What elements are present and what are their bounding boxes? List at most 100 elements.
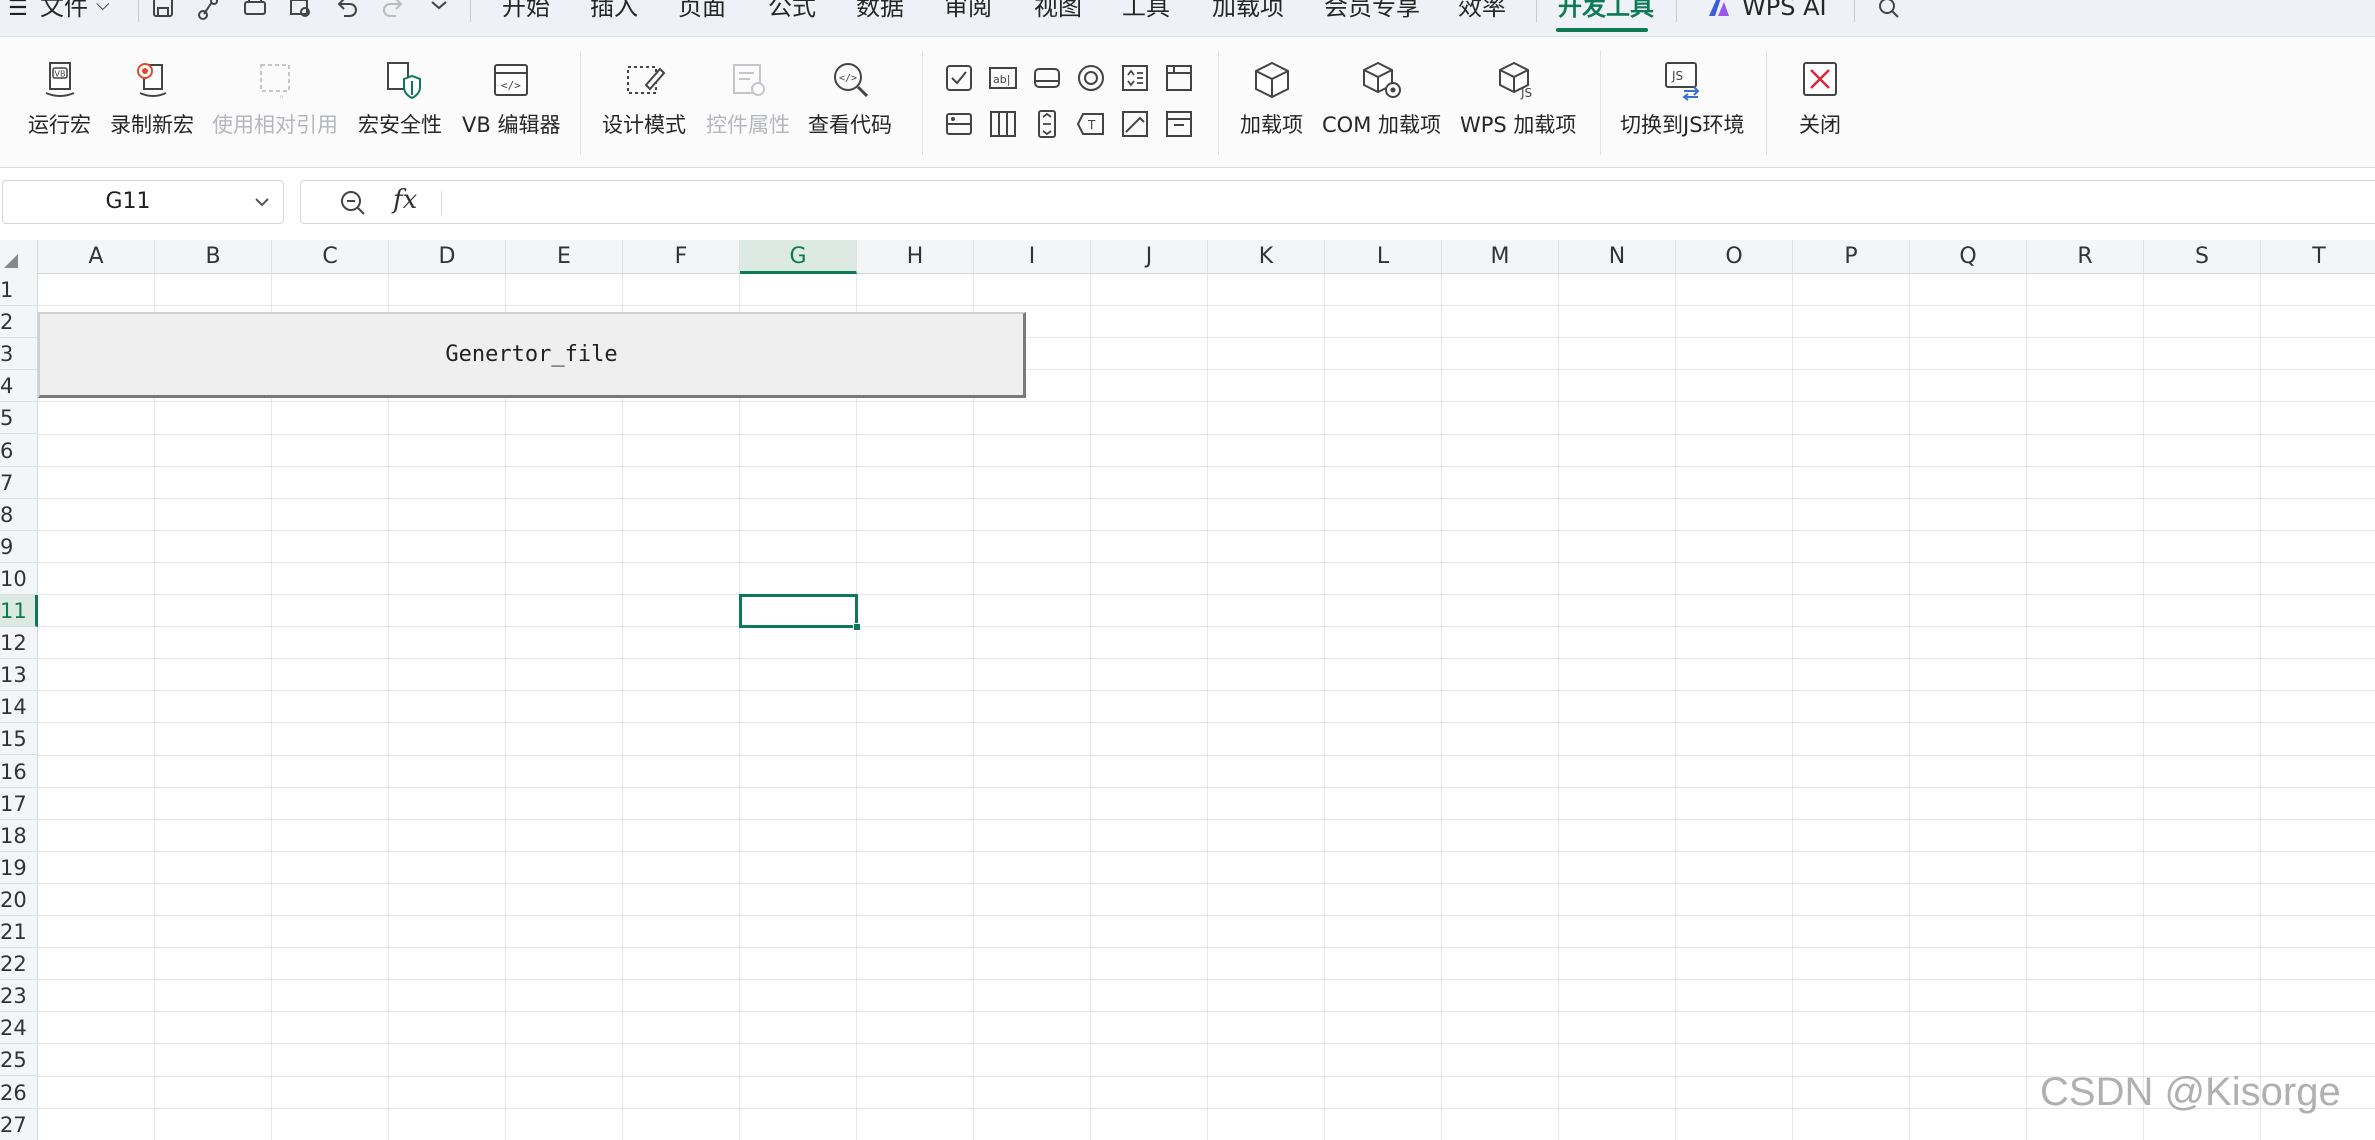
tab-wps-ai[interactable]: WPS AI: [1742, 0, 1827, 22]
row-header-26[interactable]: 26: [0, 1077, 38, 1109]
row-header-25[interactable]: 25: [0, 1044, 38, 1077]
column-header-r[interactable]: R: [2027, 240, 2144, 274]
file-menu[interactable]: 文件: [40, 0, 88, 22]
close-developer-tab-button[interactable]: 关闭: [1798, 59, 1842, 139]
design-mode-button[interactable]: 设计模式: [602, 59, 686, 139]
print-preview-icon[interactable]: [288, 0, 314, 22]
macro-security-button[interactable]: 宏安全性: [358, 59, 442, 139]
frame-control-icon[interactable]: [1164, 109, 1194, 139]
redo-icon[interactable]: [380, 0, 406, 22]
hamburger-menu-icon[interactable]: ☰: [8, 0, 28, 21]
column-header-f[interactable]: F: [623, 240, 740, 274]
switch-js-button[interactable]: JS 切换到JS环境: [1620, 59, 1745, 139]
row-header-10[interactable]: 10: [0, 563, 38, 595]
share-link-icon[interactable]: [196, 0, 222, 22]
column-header-q[interactable]: Q: [1910, 240, 2027, 274]
record-macro-button[interactable]: 录制新宏: [110, 59, 194, 139]
combobox-control-icon[interactable]: [944, 109, 974, 139]
row-header-11[interactable]: 11: [0, 595, 38, 628]
chevron-down-icon[interactable]: [251, 191, 273, 213]
row-header-6[interactable]: 6: [0, 435, 38, 467]
column-header-a[interactable]: A: [38, 240, 155, 274]
row-header-4[interactable]: 4: [0, 370, 38, 403]
row-header-23[interactable]: 23: [0, 980, 38, 1013]
wps-addins-button[interactable]: JS WPS 加载项: [1460, 59, 1576, 139]
select-all-corner[interactable]: [0, 240, 38, 274]
row-header-1[interactable]: 1: [0, 274, 38, 307]
tab-member[interactable]: 会员专享: [1324, 0, 1420, 22]
tab-addins[interactable]: 加载项: [1212, 0, 1284, 22]
row-header-3[interactable]: 3: [0, 338, 38, 371]
run-macro-button[interactable]: VB 运行宏: [28, 59, 91, 139]
relative-reference-button[interactable]: „ 使用相对引用: [212, 59, 338, 139]
name-box[interactable]: G11: [2, 180, 284, 224]
tab-efficiency[interactable]: 效率: [1458, 0, 1506, 22]
column-header-d[interactable]: D: [389, 240, 506, 274]
scrollbar-control-icon[interactable]: [1032, 109, 1062, 139]
column-header-p[interactable]: P: [1793, 240, 1910, 274]
column-header-c[interactable]: C: [272, 240, 389, 274]
checkbox-control-icon[interactable]: [944, 63, 974, 93]
column-header-i[interactable]: I: [974, 240, 1091, 274]
tab-page[interactable]: 页面: [678, 0, 726, 22]
row-header-19[interactable]: 19: [0, 852, 38, 884]
row-header-15[interactable]: 15: [0, 723, 38, 756]
spreadsheet-grid[interactable]: ABCDEFGHIJKLMNOPQRST 1 2 3 4 5 6 7 8 9 10 11 12 13 14…: [0, 240, 2375, 1140]
tab-home[interactable]: 开始: [502, 0, 550, 22]
row-header-17[interactable]: 17: [0, 788, 38, 820]
row-header-8[interactable]: 8: [0, 499, 38, 531]
row-header-24[interactable]: 24: [0, 1012, 38, 1045]
column-header-e[interactable]: E: [506, 240, 623, 274]
column-header-s[interactable]: S: [2144, 240, 2261, 274]
cell-area[interactable]: Genertor_file: [38, 274, 2375, 1140]
row-header-9[interactable]: 9: [0, 531, 38, 563]
row-header-16[interactable]: 16: [0, 756, 38, 788]
control-properties-button[interactable]: 控件属性: [706, 59, 790, 139]
tab-view[interactable]: 视图: [1034, 0, 1082, 22]
row-header-22[interactable]: 22: [0, 948, 38, 981]
column-header-l[interactable]: L: [1325, 240, 1442, 274]
fill-handle[interactable]: [853, 623, 861, 632]
column-header-j[interactable]: J: [1091, 240, 1208, 274]
generator-file-form-button[interactable]: Genertor_file: [38, 312, 1026, 398]
com-addins-button[interactable]: COM 加载项: [1322, 59, 1441, 139]
tab-developer-tools[interactable]: 开发工具: [1558, 0, 1654, 22]
view-code-button[interactable]: </> 查看代码: [808, 59, 892, 139]
radio-control-icon[interactable]: [1076, 63, 1106, 93]
undo-icon[interactable]: [334, 0, 360, 22]
row-header-14[interactable]: 14: [0, 691, 38, 724]
row-header-2[interactable]: 2: [0, 306, 38, 339]
button-control-icon[interactable]: [1032, 63, 1062, 93]
search-icon[interactable]: [1876, 0, 1902, 22]
spinner-control-icon[interactable]: [1120, 63, 1150, 93]
active-cell-g11[interactable]: [739, 594, 861, 632]
column-header-k[interactable]: K: [1208, 240, 1325, 274]
row-header-20[interactable]: 20: [0, 884, 38, 916]
column-header-m[interactable]: M: [1442, 240, 1559, 274]
row-header-12[interactable]: 12: [0, 627, 38, 660]
tab-tools[interactable]: 工具: [1122, 0, 1170, 22]
row-header-21[interactable]: 21: [0, 916, 38, 949]
vb-editor-button[interactable]: </> VB 编辑器: [462, 59, 560, 139]
column-header-t[interactable]: T: [2261, 240, 2375, 274]
column-header-h[interactable]: H: [857, 240, 974, 274]
image-control-icon[interactable]: [1120, 109, 1150, 139]
listbox-control-icon[interactable]: [988, 109, 1018, 139]
row-header-13[interactable]: 13: [0, 659, 38, 692]
label-control-icon[interactable]: ab|: [988, 63, 1018, 93]
row-header-18[interactable]: 18: [0, 820, 38, 852]
tab-review[interactable]: 审阅: [944, 0, 992, 22]
groupbox-control-icon[interactable]: [1164, 63, 1194, 93]
tab-data[interactable]: 数据: [856, 0, 904, 22]
addins-button[interactable]: 加载项: [1240, 59, 1303, 139]
row-header-5[interactable]: 5: [0, 402, 38, 435]
column-header-b[interactable]: B: [155, 240, 272, 274]
textbox-control-icon[interactable]: T: [1076, 109, 1106, 139]
insert-function-icon[interactable]: fx: [393, 185, 417, 215]
formula-input[interactable]: fx: [300, 180, 2375, 224]
row-header-27[interactable]: 27: [0, 1109, 38, 1140]
tab-insert[interactable]: 插入: [590, 0, 638, 22]
tab-formulas[interactable]: 公式: [768, 0, 816, 22]
quick-access-more-icon[interactable]: [426, 0, 452, 22]
save-icon[interactable]: [150, 0, 176, 22]
